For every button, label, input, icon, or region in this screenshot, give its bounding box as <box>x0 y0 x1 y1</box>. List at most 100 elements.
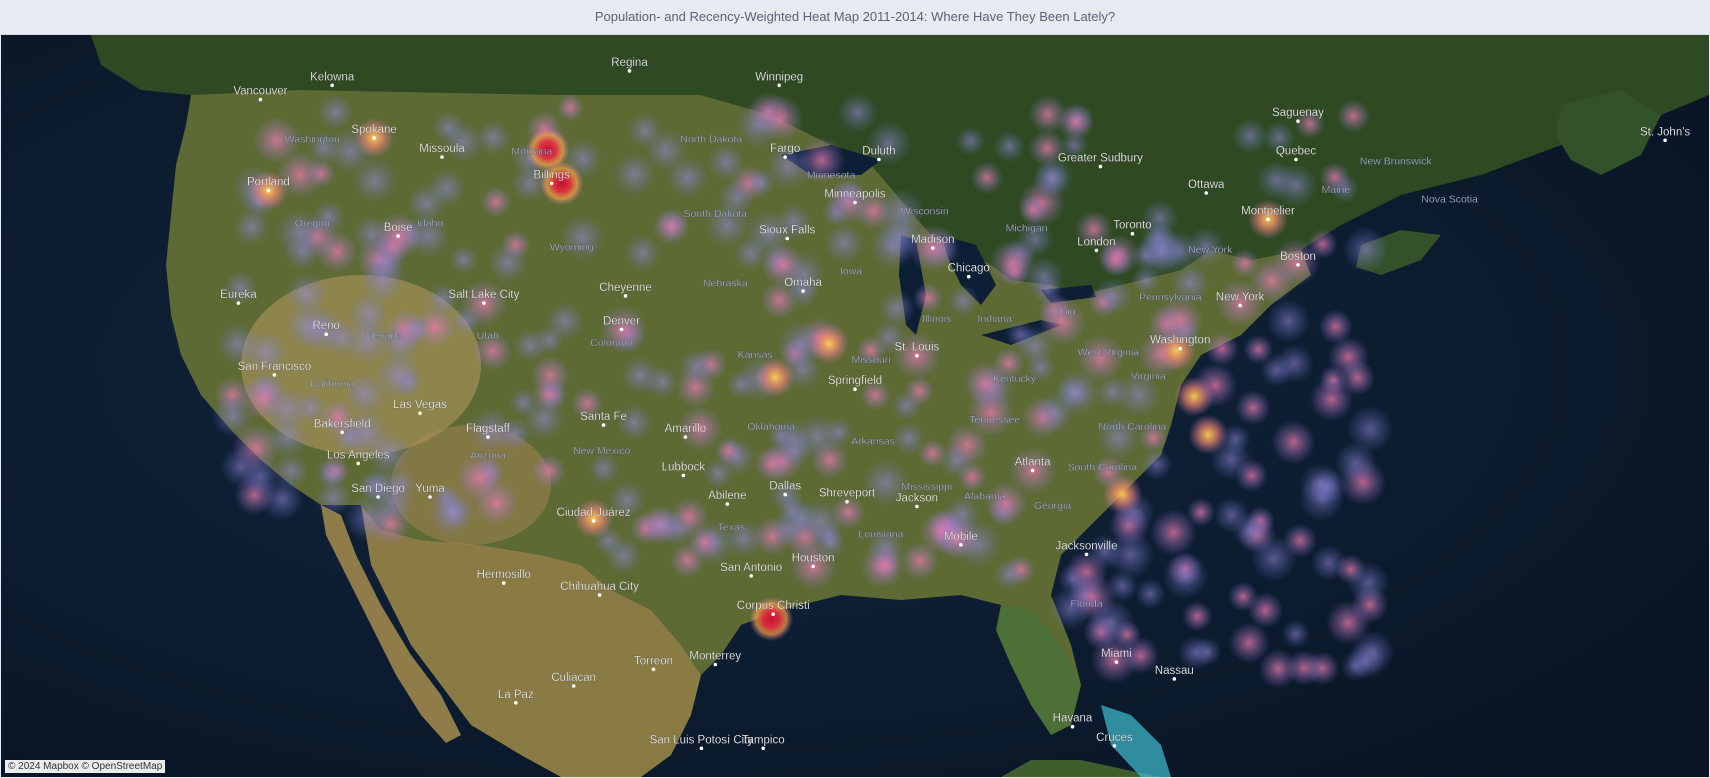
region-label: New Mexico <box>573 445 630 457</box>
city-dot <box>1178 346 1182 351</box>
heat-blob <box>612 152 656 196</box>
heat-map[interactable]: Kelowna Vancouver Regina Winnipeg Spokane Mis… <box>1 35 1709 777</box>
city-dot <box>272 373 277 377</box>
city-dot <box>372 136 376 140</box>
heat-blob <box>275 209 323 257</box>
city-label: Montpelier <box>1241 205 1295 217</box>
heat-blob <box>669 542 706 579</box>
heat-blob <box>315 459 347 490</box>
region-label: North Carolina <box>1099 421 1167 433</box>
city-dot <box>771 612 775 616</box>
city-dot <box>845 499 849 504</box>
region-label: Wisconsin <box>901 206 949 218</box>
region-label: Nova Scotia <box>1421 194 1478 206</box>
heat-blob <box>1228 581 1259 612</box>
city-label: Mobile <box>944 531 978 543</box>
heat-blob <box>1186 498 1216 527</box>
region-label: Mississippi <box>901 481 952 493</box>
heat-blob <box>678 349 714 385</box>
region-label: Kansas <box>738 349 773 361</box>
map-canvas[interactable]: Kelowna Vancouver Regina Winnipeg Spokane Mis… <box>1 35 1709 777</box>
city-dot <box>1296 119 1300 123</box>
city-label: Ciudad Juárez <box>557 507 631 519</box>
city-dot <box>1294 157 1298 162</box>
city-dot <box>761 746 765 751</box>
city-label: Flagstaff <box>466 423 511 435</box>
city-label: Madison <box>911 234 954 246</box>
heat-blob <box>623 234 662 272</box>
city-label: Atlanta <box>1015 457 1051 469</box>
title-bar: Population- and Recency-Weighted Heat Ma… <box>0 0 1710 35</box>
heat-hotspot-high <box>809 323 850 364</box>
city-dot <box>699 746 704 751</box>
city-label: Abilene <box>708 490 746 502</box>
city-label: Monterrey <box>689 651 741 663</box>
city-label: Minneapolis <box>824 189 886 201</box>
city-label: Chihuahua City <box>560 581 639 593</box>
region-label: Georgia <box>1034 500 1072 512</box>
city-dot <box>440 155 444 159</box>
city-label: Quebec <box>1276 146 1317 158</box>
heat-blob <box>837 92 879 133</box>
heat-blob <box>500 229 531 260</box>
heat-blob <box>1281 619 1310 649</box>
city-dot <box>683 435 688 439</box>
city-label: Vancouver <box>233 86 287 98</box>
heat-hotspot-core <box>539 161 584 206</box>
city-dot <box>783 492 787 497</box>
heat-blob <box>970 161 1003 194</box>
heat-blob <box>1162 552 1209 600</box>
city-dot <box>1266 217 1270 222</box>
heat-blob <box>870 550 901 580</box>
heat-blob <box>620 355 660 396</box>
heat-blob <box>1213 497 1250 533</box>
city-label: Regina <box>611 57 648 69</box>
heat-blob <box>1057 103 1095 141</box>
region-label: California <box>310 378 355 390</box>
city-label: Saguenay <box>1272 107 1324 119</box>
heat-blob <box>1346 405 1394 453</box>
city-dot <box>324 332 329 337</box>
city-dot <box>623 294 628 298</box>
city-dot <box>258 97 263 102</box>
city-label: Houston <box>792 552 835 564</box>
region-label: Idaho <box>417 218 443 230</box>
city-label: St. Louis <box>895 342 940 354</box>
city-dot <box>959 543 963 547</box>
region-label: New Brunswick <box>1360 155 1433 167</box>
region-label: West Virginia <box>1078 347 1140 359</box>
city-label: Dallas <box>769 481 801 493</box>
heat-blob <box>776 494 808 526</box>
city-label: Yuma <box>415 483 445 495</box>
heat-blob <box>913 282 944 313</box>
city-dot <box>486 435 490 439</box>
region-label: South Dakota <box>683 208 747 220</box>
city-dot <box>330 83 335 88</box>
city-label: Omaha <box>784 277 822 289</box>
heat-blob <box>448 244 479 275</box>
city-dot <box>418 411 422 416</box>
heat-blob <box>360 257 406 303</box>
city-label: Miami <box>1101 648 1132 660</box>
map-attribution[interactable]: © 2024 Mapbox © OpenStreetMap <box>5 760 166 773</box>
city-label: Los Angeles <box>327 449 390 461</box>
city-dot <box>931 246 935 250</box>
city-label: Nassau <box>1155 665 1194 677</box>
heat-blob <box>1135 578 1166 609</box>
heat-blob <box>1309 377 1354 422</box>
city-label: Jacksonville <box>1056 540 1118 552</box>
city-label: New York <box>1216 292 1265 304</box>
region-label: Michigan <box>1006 222 1048 234</box>
city-dot <box>396 234 400 238</box>
heat-blob <box>1266 299 1311 343</box>
city-label: Reno <box>312 320 340 332</box>
city-label: Kelowna <box>310 71 355 83</box>
heat-blob <box>666 156 709 199</box>
city-label: Denver <box>603 315 640 327</box>
city-label: Culiacan <box>551 672 596 684</box>
city-dot <box>1084 552 1089 557</box>
heat-blob <box>1347 562 1390 604</box>
city-dot <box>266 188 271 193</box>
city-dot <box>1296 263 1300 267</box>
city-label: Corpus Christi <box>737 600 810 612</box>
